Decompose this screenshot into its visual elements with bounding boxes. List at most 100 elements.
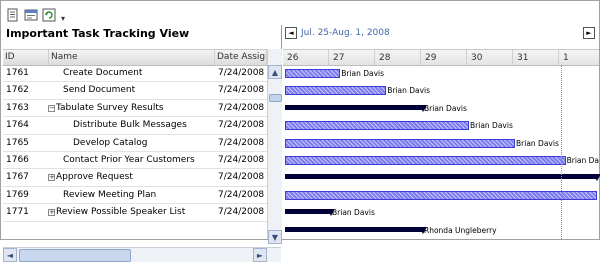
task-date-assigned: 7/24/2008 [218,102,265,113]
task-row[interactable]: 1766 Contact Prior Year Customers 7/24/200… [3,152,267,170]
collapse-icon[interactable]: − [48,104,55,112]
vertical-scrollbar[interactable]: ▲ ▼ [267,49,282,244]
task-rows: 1761 Create Document 7/24/2008 1762 Send Doc… [3,65,267,222]
gantt-row [283,169,600,186]
summary-bar[interactable] [285,174,597,180]
column-header-name[interactable]: Name [49,50,215,65]
task-date-assigned: 7/24/2008 [218,154,265,165]
task-date-assigned: 7/24/2008 [218,137,265,148]
properties-icon[interactable] [23,7,39,23]
task-id: 1769 [6,189,29,200]
task-row[interactable]: 1763 − Tabulate Survey Results 7/24/2008 [3,100,267,118]
gantt-row: Brian Davis [283,117,599,134]
task-id: 1763 [6,102,29,113]
horizontal-scroll-thumb[interactable] [19,249,131,262]
timeline-navigation: ◄ Jul. 25-Aug. 1, 2008 ► [283,27,595,41]
task-name: Send Document [63,85,136,96]
horizontal-scrollbar[interactable]: ◄ ► [3,247,281,262]
task-row[interactable]: 1767 + Approve Request 7/24/2008 [3,169,267,187]
task-bar[interactable] [285,156,566,165]
resource-label: Brian Davis [341,69,385,78]
scroll-left-icon[interactable]: ◄ [3,248,17,262]
date-range-label: Jul. 25-Aug. 1, 2008 [301,28,390,38]
task-grid-pane: Important Task Tracking View ID Name Dat… [3,25,282,262]
task-date-assigned: 7/24/2008 [218,68,265,78]
grid-header: ID Name Date Assign [3,49,281,66]
current-date-marker [561,65,562,239]
task-row[interactable]: 1769 Review Meeting Plan 7/24/2008 [3,187,267,205]
timeline-day: 27 [329,50,375,65]
task-bar[interactable] [285,190,597,200]
task-name: Contact Prior Year Customers [63,154,195,165]
summary-bar[interactable] [285,226,423,232]
vertical-scroll-thumb[interactable] [269,94,282,102]
expand-icon[interactable]: + [48,174,55,182]
task-name: Tabulate Survey Results [56,102,164,113]
toolbar: ▾ [5,5,67,25]
scroll-down-icon[interactable]: ▼ [268,230,282,244]
toolbar-overflow-icon[interactable]: ▾ [59,14,67,23]
gantt-row: Brian Davis [283,82,599,99]
timeline-day-header: 26 27 28 29 30 31 1 [283,49,599,66]
task-name: Review Possible Speaker List [56,207,186,218]
task-name: Create Document [63,68,143,78]
gantt-row: Brian Davis [283,65,599,82]
resource-label: Brian Davis [470,121,513,131]
timeline-day: 31 [513,50,559,65]
task-row[interactable]: 1765 Develop Catalog 7/24/2008 [3,135,267,152]
summary-bar[interactable] [285,104,423,110]
task-bar[interactable] [285,138,515,148]
next-range-button[interactable]: ► [583,27,595,39]
gantt-chart-area: Brian Davis Brian Davis Brian Davis Brian D… [283,65,600,239]
gantt-row: Rhonda Ungleberry [283,222,599,239]
new-task-icon[interactable] [5,7,21,23]
task-date-assigned: 7/24/2008 [218,172,265,183]
task-date-assigned: 7/24/2008 [218,120,265,131]
column-header-id[interactable]: ID [3,50,49,65]
gantt-row [283,187,599,204]
task-bar[interactable] [285,121,469,131]
task-id: 1767 [6,172,29,183]
resource-label: Rhonda Ungleberry [424,225,497,235]
gantt-row: Brian Davis [283,204,599,221]
task-tracking-window: ▾ Important Task Tracking View ID Name D… [0,0,600,262]
task-id: 1765 [6,137,29,148]
resource-label: Brian Davis [387,86,431,96]
timeline-day: 1 [559,50,600,65]
task-name: Review Meeting Plan [63,189,157,200]
task-id: 1771 [6,207,29,218]
resource-label: Brian Davis [516,138,559,148]
task-bar[interactable] [285,86,387,96]
task-name: Approve Request [56,172,133,183]
task-id: 1762 [6,85,29,96]
resource-label: Brian Davis [424,103,467,113]
gantt-row: Brian Davis [283,100,599,117]
scroll-up-icon[interactable]: ▲ [268,65,282,79]
previous-range-button[interactable]: ◄ [285,27,297,39]
gantt-pane: ◄ Jul. 25-Aug. 1, 2008 ► 26 27 28 29 30 31 1 B… [283,25,600,239]
task-name: Develop Catalog [73,137,148,148]
task-bar[interactable] [285,69,341,78]
resource-label: Brian Davis [332,208,375,218]
scroll-right-icon[interactable]: ► [253,248,267,262]
timeline-day: 26 [283,50,329,65]
refresh-icon[interactable] [41,7,57,23]
timeline-day: 28 [375,50,421,65]
task-name: Distribute Bulk Messages [73,120,187,131]
task-id: 1766 [6,154,29,165]
task-row[interactable]: 1762 Send Document 7/24/2008 [3,82,267,100]
timeline-day: 30 [467,50,513,65]
column-header-date-assigned[interactable]: Date Assign [215,50,267,65]
gantt-row: Brian Da [283,152,599,169]
view-title: Important Task Tracking View [6,27,190,40]
task-id: 1761 [6,68,29,78]
resource-label: Brian Da [566,156,600,165]
timeline-day: 29 [421,50,467,65]
gantt-row: Brian Davis [283,135,599,152]
task-row[interactable]: 1761 Create Document 7/24/2008 [3,65,267,83]
task-row[interactable]: 1771 + Review Possible Speaker List 7/24/20… [3,204,267,222]
summary-bar[interactable] [285,209,331,215]
expand-icon[interactable]: + [48,209,55,217]
task-row[interactable]: 1764 Distribute Bulk Messages 7/24/2008 [3,117,267,135]
task-date-assigned: 7/24/2008 [218,189,265,200]
